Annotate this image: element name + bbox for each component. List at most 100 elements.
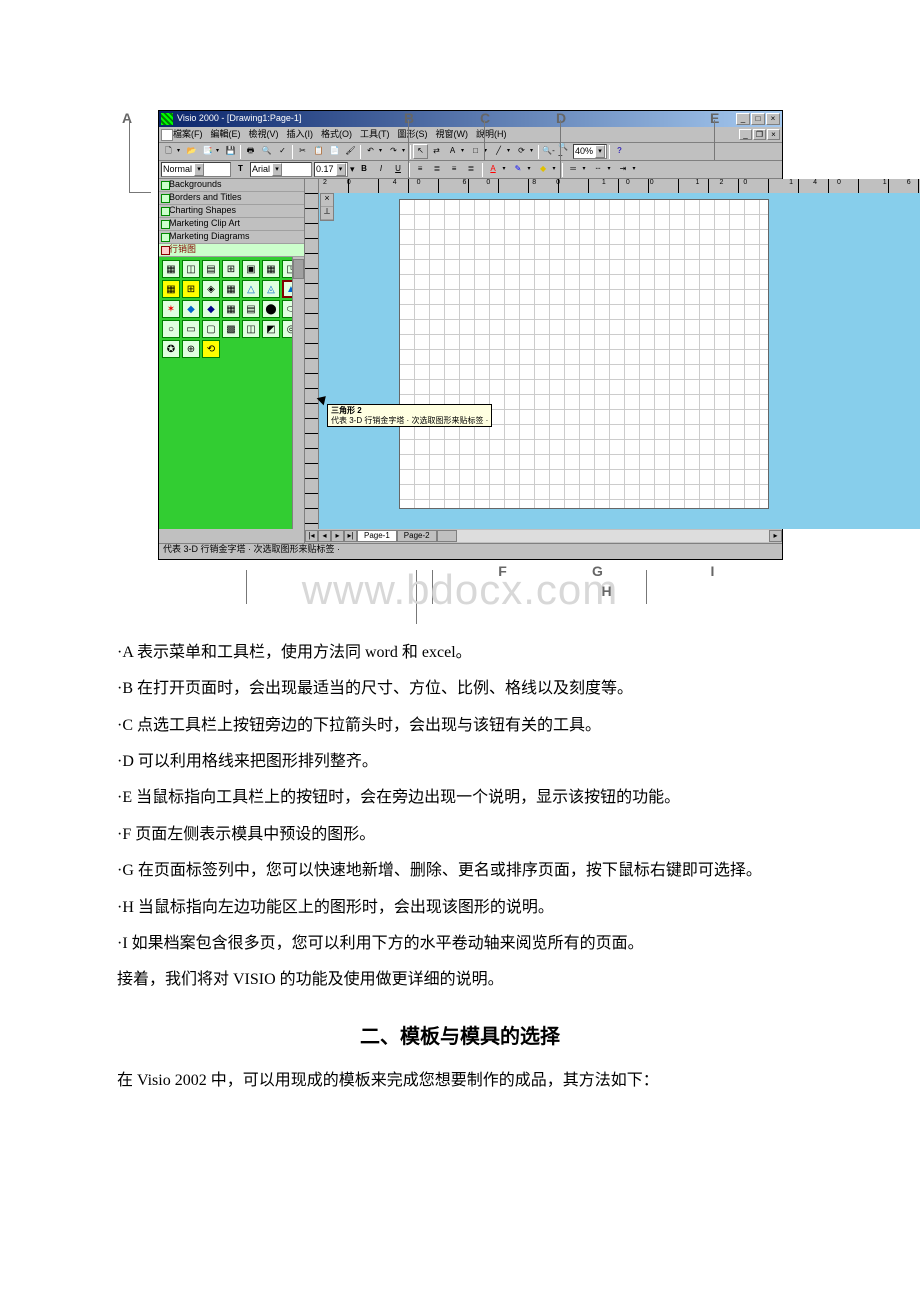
shape-thumb[interactable]: ▦ (162, 260, 180, 278)
pointer-tool-button[interactable]: ↖ (413, 144, 428, 159)
cut-button[interactable]: ✂ (295, 144, 310, 159)
stencil-scrollbar[interactable] (292, 257, 304, 529)
shape-thumb[interactable]: ▣ (242, 260, 260, 278)
scroll-right-button[interactable]: ▸ (769, 530, 782, 542)
format-painter-button[interactable]: 🖌 (343, 144, 358, 159)
line-color-button[interactable]: ✎ (511, 162, 526, 177)
stencil-item[interactable]: Marketing Diagrams (159, 231, 304, 244)
shape-thumb[interactable]: ◫ (242, 320, 260, 338)
zoom-out-button[interactable]: 🔍- (541, 144, 556, 159)
maximize-button[interactable]: □ (751, 113, 765, 125)
dropdown-icon[interactable]: ▾ (503, 166, 509, 173)
zoom-combo[interactable]: 40%▾ (573, 144, 607, 159)
close-button[interactable]: × (766, 113, 780, 125)
mdi-minimize-button[interactable]: _ (739, 129, 752, 140)
shape-thumb[interactable]: ◬ (262, 280, 280, 298)
print-button[interactable]: 🖶 (243, 144, 258, 159)
shape-thumb[interactable]: ⟲ (202, 340, 220, 358)
shape-thumb[interactable]: ⬭ (282, 300, 292, 318)
dropdown-icon[interactable]: ▾ (507, 148, 513, 155)
shape-thumb-hover[interactable]: ▲ (282, 280, 292, 298)
new-button[interactable]: 🗋 (161, 144, 176, 159)
line-tool-button[interactable]: ╱ (491, 144, 506, 159)
last-page-button[interactable]: ▸| (344, 530, 357, 542)
shape-thumb[interactable]: ▦ (222, 300, 240, 318)
stencil-item[interactable]: Marketing Clip Art (159, 218, 304, 231)
menu-tools[interactable]: 工具(T) (360, 130, 390, 140)
stencil-item[interactable]: Charting Shapes (159, 205, 304, 218)
page-tab-active[interactable]: Page-1 (357, 530, 397, 542)
shape-thumb[interactable]: ▩ (222, 320, 240, 338)
dropdown-icon[interactable]: ▾ (583, 166, 589, 173)
dropdown-icon[interactable]: ▾ (461, 148, 467, 155)
rect-tool-button[interactable]: □ (468, 144, 483, 159)
redo-button[interactable]: ↷ (386, 144, 401, 159)
first-page-button[interactable]: |◂ (305, 530, 318, 542)
shape-thumb[interactable]: ◎ (282, 320, 292, 338)
shape-thumb[interactable]: △ (242, 280, 260, 298)
rotate-tool-button[interactable]: ⟳ (514, 144, 529, 159)
font-combo[interactable]: Arial▾ (250, 162, 312, 177)
open-button[interactable]: 📂 (184, 144, 199, 159)
preview-button[interactable]: 🔍 (259, 144, 274, 159)
shape-thumb[interactable]: ⊕ (182, 340, 200, 358)
shape-thumb[interactable]: ⊞ (182, 280, 200, 298)
style-combo[interactable]: Normal▾ (161, 162, 231, 177)
dropdown-icon[interactable]: ▾ (530, 148, 536, 155)
stencil-button[interactable]: 📑 (200, 144, 215, 159)
shape-thumb[interactable]: ◈ (202, 280, 220, 298)
help-button[interactable]: ? (612, 144, 627, 159)
shape-thumb[interactable]: ▦ (222, 280, 240, 298)
text-tool-button[interactable]: A (445, 144, 460, 159)
undo-button[interactable]: ↶ (363, 144, 378, 159)
page-tab-inactive[interactable]: Page-2 (397, 530, 437, 542)
fill-color-button[interactable]: ◆ (536, 162, 551, 177)
menubar[interactable]: 檔案(F) 編輯(E) 檢視(V) 插入(I) 格式(O) 工具(T) 圖形(S… (159, 127, 782, 143)
stencil-item-active[interactable]: 行销图 (159, 244, 304, 257)
dropdown-icon[interactable]: ▾ (379, 148, 385, 155)
shape-thumb[interactable]: ✶ (162, 300, 180, 318)
standard-toolbar[interactable]: 🗋▾ 📂 📑▾ 💾 🖶 🔍 ✓ ✂ 📋 📄 🖌 ↶▾ ↷▾ ↖ ⇄ A▾ □▾ … (159, 143, 782, 161)
prev-page-button[interactable]: ◂ (318, 530, 331, 542)
shape-thumb[interactable]: ⬤ (262, 300, 280, 318)
minimize-button[interactable]: _ (736, 113, 750, 125)
canvas-container[interactable]: 20 40 60 80 100 120 140 160 180 200 220 … (319, 179, 920, 529)
line-end-button[interactable]: ⇥ (616, 162, 631, 177)
paste-button[interactable]: 📄 (327, 144, 342, 159)
menu-window[interactable]: 視窗(W) (436, 130, 469, 140)
line-pattern-button[interactable]: ┄ (591, 162, 606, 177)
underline-button[interactable]: U (391, 162, 406, 177)
stencil-item[interactable]: Backgrounds (159, 179, 304, 192)
floating-toolbar[interactable]: × ⟂ (320, 193, 334, 221)
align-left-button[interactable]: ≡ (413, 162, 428, 177)
shape-thumb[interactable]: ▢ (202, 320, 220, 338)
shape-thumb[interactable]: ▦ (262, 260, 280, 278)
shape-thumb[interactable]: ✪ (162, 340, 180, 358)
stencil-item[interactable]: Borders and Titles (159, 192, 304, 205)
size-combo[interactable]: 0.17▾ (314, 162, 348, 177)
menu-edit[interactable]: 編輯(E) (211, 130, 241, 140)
connector-tool-button[interactable]: ⇄ (429, 144, 444, 159)
shape-thumb[interactable]: ◆ (202, 300, 220, 318)
menu-insert[interactable]: 插入(I) (287, 130, 314, 140)
dropdown-icon[interactable]: ▾ (528, 166, 534, 173)
align-just-button[interactable]: ≣ (464, 162, 479, 177)
shape-thumb[interactable]: ○ (162, 320, 180, 338)
save-button[interactable]: 💾 (223, 144, 238, 159)
mdi-restore-button[interactable]: ❐ (753, 129, 766, 140)
menu-format[interactable]: 格式(O) (321, 130, 352, 140)
dropdown-icon[interactable]: ▾ (553, 166, 559, 173)
copy-button[interactable]: 📋 (311, 144, 326, 159)
shape-thumb[interactable]: ◫ (182, 260, 200, 278)
drawing-page[interactable] (399, 199, 769, 509)
line-weight-button[interactable]: ═ (566, 162, 581, 177)
page-tabs[interactable]: |◂ ◂ ▸ ▸| Page-1 Page-2 (305, 529, 437, 543)
dropdown-icon[interactable]: ▾ (216, 148, 222, 155)
dropdown-icon[interactable]: ▾ (633, 166, 639, 173)
shape-thumb[interactable]: ▭ (182, 320, 200, 338)
shape-thumb[interactable]: ◳ (282, 260, 292, 278)
dropdown-icon[interactable]: ▾ (177, 148, 183, 155)
mdi-close-button[interactable]: × (767, 129, 780, 140)
spell-button[interactable]: ✓ (275, 144, 290, 159)
shape-thumb[interactable]: ⊞ (222, 260, 240, 278)
